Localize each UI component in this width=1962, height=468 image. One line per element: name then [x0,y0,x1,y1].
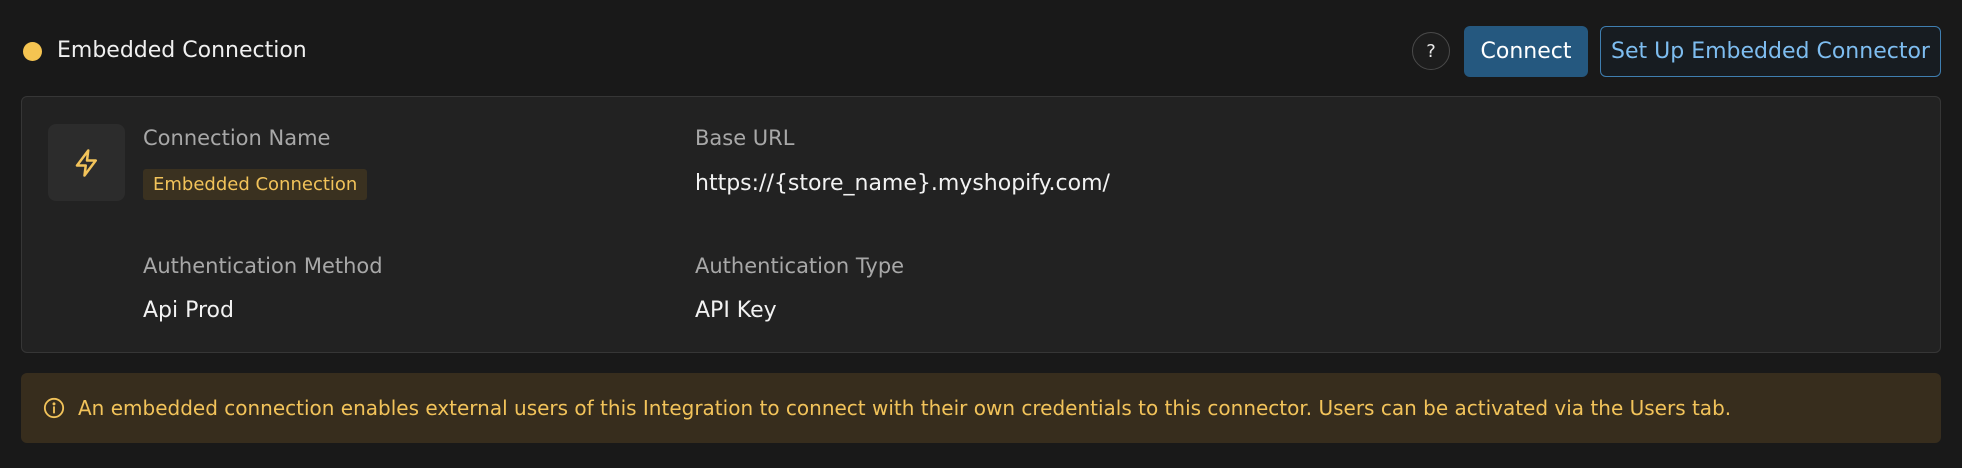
auth-type-label: Authentication Type [695,254,905,278]
connect-button[interactable]: Connect [1464,26,1588,77]
connection-name-label: Connection Name [143,126,331,150]
connection-details-card: Connection Name Embedded Connection Base… [21,96,1941,353]
embedded-connection-panel: Embedded Connection ? Connect Set Up Emb… [0,0,1962,468]
panel-title: Embedded Connection [57,38,307,63]
auth-method-label: Authentication Method [143,254,383,278]
panel-header: Embedded Connection ? Connect Set Up Emb… [0,0,1962,100]
auth-type-value: API Key [695,298,777,323]
info-icon [43,397,65,419]
info-banner: An embedded connection enables external … [21,373,1941,443]
connection-icon-tile [48,124,125,201]
setup-embedded-connector-button[interactable]: Set Up Embedded Connector [1600,26,1941,77]
base-url-label: Base URL [695,126,795,150]
bolt-icon [75,149,97,177]
auth-method-value: Api Prod [143,298,234,323]
connection-name-badge: Embedded Connection [143,169,368,200]
status-indicator [23,42,42,61]
info-banner-text: An embedded connection enables external … [78,396,1732,420]
base-url-value: https://{store_name}.myshopify.com/ [695,171,1110,196]
help-button[interactable]: ? [1412,32,1450,70]
